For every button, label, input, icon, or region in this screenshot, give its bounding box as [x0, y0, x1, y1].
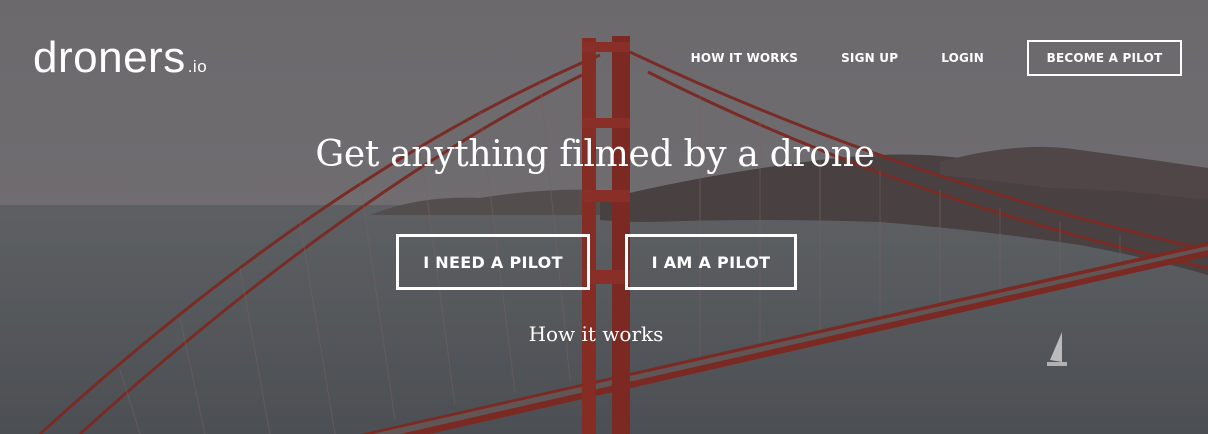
- i-am-a-pilot-button[interactable]: I AM A PILOT: [625, 234, 797, 290]
- nav-link-how-it-works[interactable]: HOW IT WORKS: [691, 51, 799, 65]
- brand-name: droners: [33, 33, 186, 82]
- hero-cta-row: I NEED A PILOT I AM A PILOT: [396, 234, 797, 290]
- nav-link-login[interactable]: LOGIN: [941, 51, 984, 65]
- i-need-a-pilot-button[interactable]: I NEED A PILOT: [396, 234, 590, 290]
- nav-link-sign-up[interactable]: SIGN UP: [841, 51, 898, 65]
- become-a-pilot-button[interactable]: BECOME A PILOT: [1027, 40, 1182, 76]
- brand-logo[interactable]: droners .io: [33, 36, 207, 80]
- how-it-works-link[interactable]: How it works: [0, 322, 1192, 346]
- brand-suffix: .io: [187, 57, 208, 76]
- hero-headline: Get anything filmed by a drone: [315, 134, 875, 175]
- top-nav: HOW IT WORKS SIGN UP LOGIN BECOME A PILO…: [691, 38, 1182, 78]
